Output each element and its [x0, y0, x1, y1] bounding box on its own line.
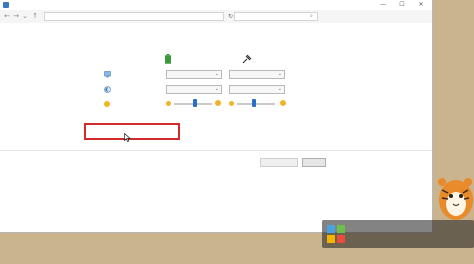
- brightness-low-icon: [229, 101, 234, 106]
- sleep-plugged-select[interactable]: ⌄: [229, 85, 285, 94]
- taskbar-label: [5, 222, 25, 229]
- sleep-battery-select[interactable]: ⌄: [166, 85, 222, 94]
- back-arrow-icon[interactable]: ←: [3, 12, 11, 21]
- brightness-high-icon: [215, 100, 221, 106]
- turn-off-display-battery-select[interactable]: ⌄: [166, 70, 222, 79]
- brightness-battery-slider-thumb[interactable]: [192, 99, 197, 107]
- chevron-down-icon: ⌄: [214, 71, 219, 77]
- display-icon: [104, 71, 111, 78]
- chevron-down-icon: ⌄: [277, 86, 282, 92]
- turn-off-display-plugged-select[interactable]: ⌄: [229, 70, 285, 79]
- plugged-in-column-header: [254, 55, 294, 63]
- close-button[interactable]: ✕: [414, 0, 428, 10]
- turn-off-display-label: [115, 70, 167, 78]
- page-title: [104, 33, 224, 42]
- brightness-low-icon: [166, 101, 171, 106]
- title-bar: — ☐ ✕: [0, 0, 432, 10]
- brightness-plugged-slider-thumb[interactable]: [252, 99, 257, 107]
- page-description: [104, 43, 304, 50]
- recent-dropdown-icon[interactable]: ⌄: [21, 12, 29, 21]
- search-icon: ⌕: [310, 13, 313, 19]
- maximize-button[interactable]: ☐: [395, 0, 409, 10]
- battery-column-header: [175, 55, 215, 63]
- divider: [0, 150, 432, 151]
- save-changes-button[interactable]: [260, 158, 298, 167]
- watermark-title: [350, 222, 470, 236]
- forward-arrow-icon[interactable]: →: [12, 12, 20, 21]
- watermark-logo-icon: [327, 225, 345, 243]
- restore-defaults-link[interactable]: [104, 141, 184, 148]
- highlight-annotation: [84, 123, 180, 140]
- sleep-label: [115, 85, 167, 93]
- control-panel-icon: [3, 2, 9, 8]
- brightness-label: [115, 100, 167, 108]
- site-watermark: [322, 220, 474, 248]
- brightness-icon: [104, 101, 110, 107]
- window-title: [12, 1, 92, 9]
- watermark-url: [350, 237, 470, 245]
- sleep-icon: [104, 86, 111, 93]
- chevron-down-icon: ⌄: [214, 86, 219, 92]
- power-plan-settings-window: — ☐ ✕ ← → ⌄ ↑ ↻ ⌕ ⌄ ⌄ ⌄ ⌄: [0, 0, 433, 233]
- address-bar: ← → ⌄ ↑ ↻ ⌕: [0, 10, 432, 23]
- up-arrow-icon[interactable]: ↑: [31, 12, 39, 21]
- plug-icon: [242, 54, 252, 64]
- breadcrumb[interactable]: [44, 12, 224, 21]
- brightness-high-icon: [280, 100, 286, 106]
- search-input[interactable]: ⌕: [234, 12, 318, 21]
- chevron-down-icon: ⌄: [277, 71, 282, 77]
- minimize-button[interactable]: —: [376, 0, 390, 10]
- cancel-button[interactable]: [302, 158, 326, 167]
- battery-icon: [165, 54, 171, 64]
